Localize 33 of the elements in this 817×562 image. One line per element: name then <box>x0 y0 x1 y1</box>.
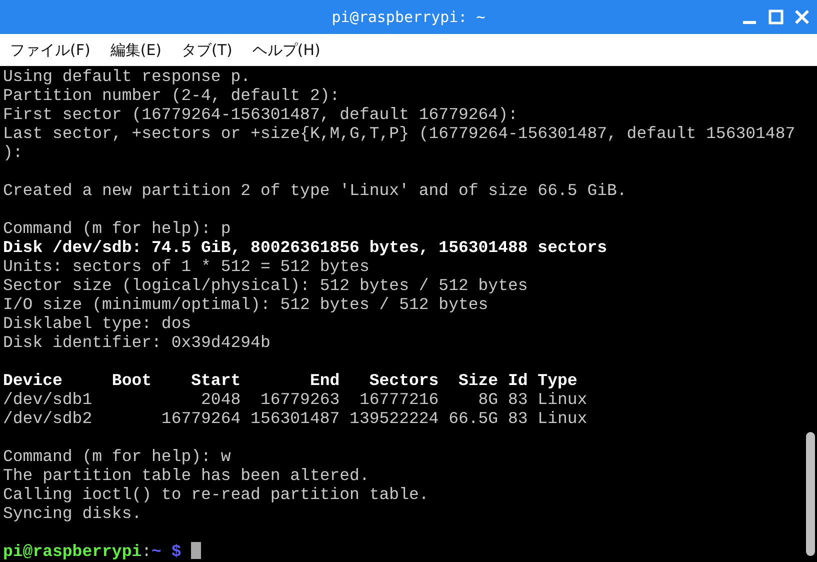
terminal-line: I/O size (minimum/optimal): 512 bytes / 512 bytes <box>3 295 490 314</box>
prompt-symbol: $ <box>171 542 182 561</box>
terminal-line: Partition number (2-4, default 2): <box>3 86 341 105</box>
terminal-line: Syncing disks. <box>3 504 143 523</box>
terminal-line: Command (m for help): p <box>3 219 232 238</box>
window-title: pi@raspberrypi: ~ <box>332 6 486 28</box>
terminal-line: Calling ioctl() to re-read partition table. <box>3 485 430 504</box>
terminal-line: /dev/sdb1 2048 16779263 16777216 8G 83 Linux <box>3 390 588 409</box>
menu-item[interactable]: 編集(E) <box>104 38 168 62</box>
menu-item[interactable]: ファイル(F) <box>4 38 96 62</box>
terminal-line: Units: sectors of 1 * 512 = 512 bytes <box>3 257 370 276</box>
terminal-line: Disk identifier: 0x39d4294b <box>3 333 272 352</box>
terminal-line: Disklabel type: dos <box>3 314 192 333</box>
scrollbar-thumb[interactable] <box>806 432 815 556</box>
prompt-path: ~ <box>152 542 162 561</box>
terminal-line: ): <box>3 143 24 162</box>
terminal-line: /dev/sdb2 16779264 156301487 139522224 66.5G 83 Linux <box>3 409 588 428</box>
terminal-line: First sector (16779264-156301487, default 16779264): <box>3 105 519 124</box>
terminal-line: Device Boot Start End Sectors Size Id Type <box>3 371 578 390</box>
terminal-line: Sector size (logical/physical): 512 bytes / 512 bytes <box>3 276 529 295</box>
maximize-icon[interactable] <box>767 8 785 26</box>
terminal-line: Using default response p. <box>3 67 252 86</box>
prompt-user: pi@raspberrypi <box>3 542 142 561</box>
close-icon[interactable] <box>793 8 811 26</box>
terminal-line: Last sector, +sectors or +size{K,M,G,T,P} (16779264-156301487, default 156301487 <box>3 124 796 143</box>
terminal-line: Created a new partition 2 of type 'Linux' and of size 66.5 GiB. <box>3 181 628 200</box>
terminal-line: The partition table has been altered. <box>3 466 370 485</box>
menu-item[interactable]: タブ(T) <box>176 38 238 62</box>
menu-item[interactable]: ヘルプ(H) <box>246 38 326 62</box>
terminal-line: Disk /dev/sdb: 74.5 GiB, 80026361856 bytes, 156301488 sectors <box>3 238 608 257</box>
terminal-line: Command (m for help): w <box>3 447 232 466</box>
text-cursor <box>191 542 202 559</box>
prompt-separator: : <box>142 542 152 561</box>
